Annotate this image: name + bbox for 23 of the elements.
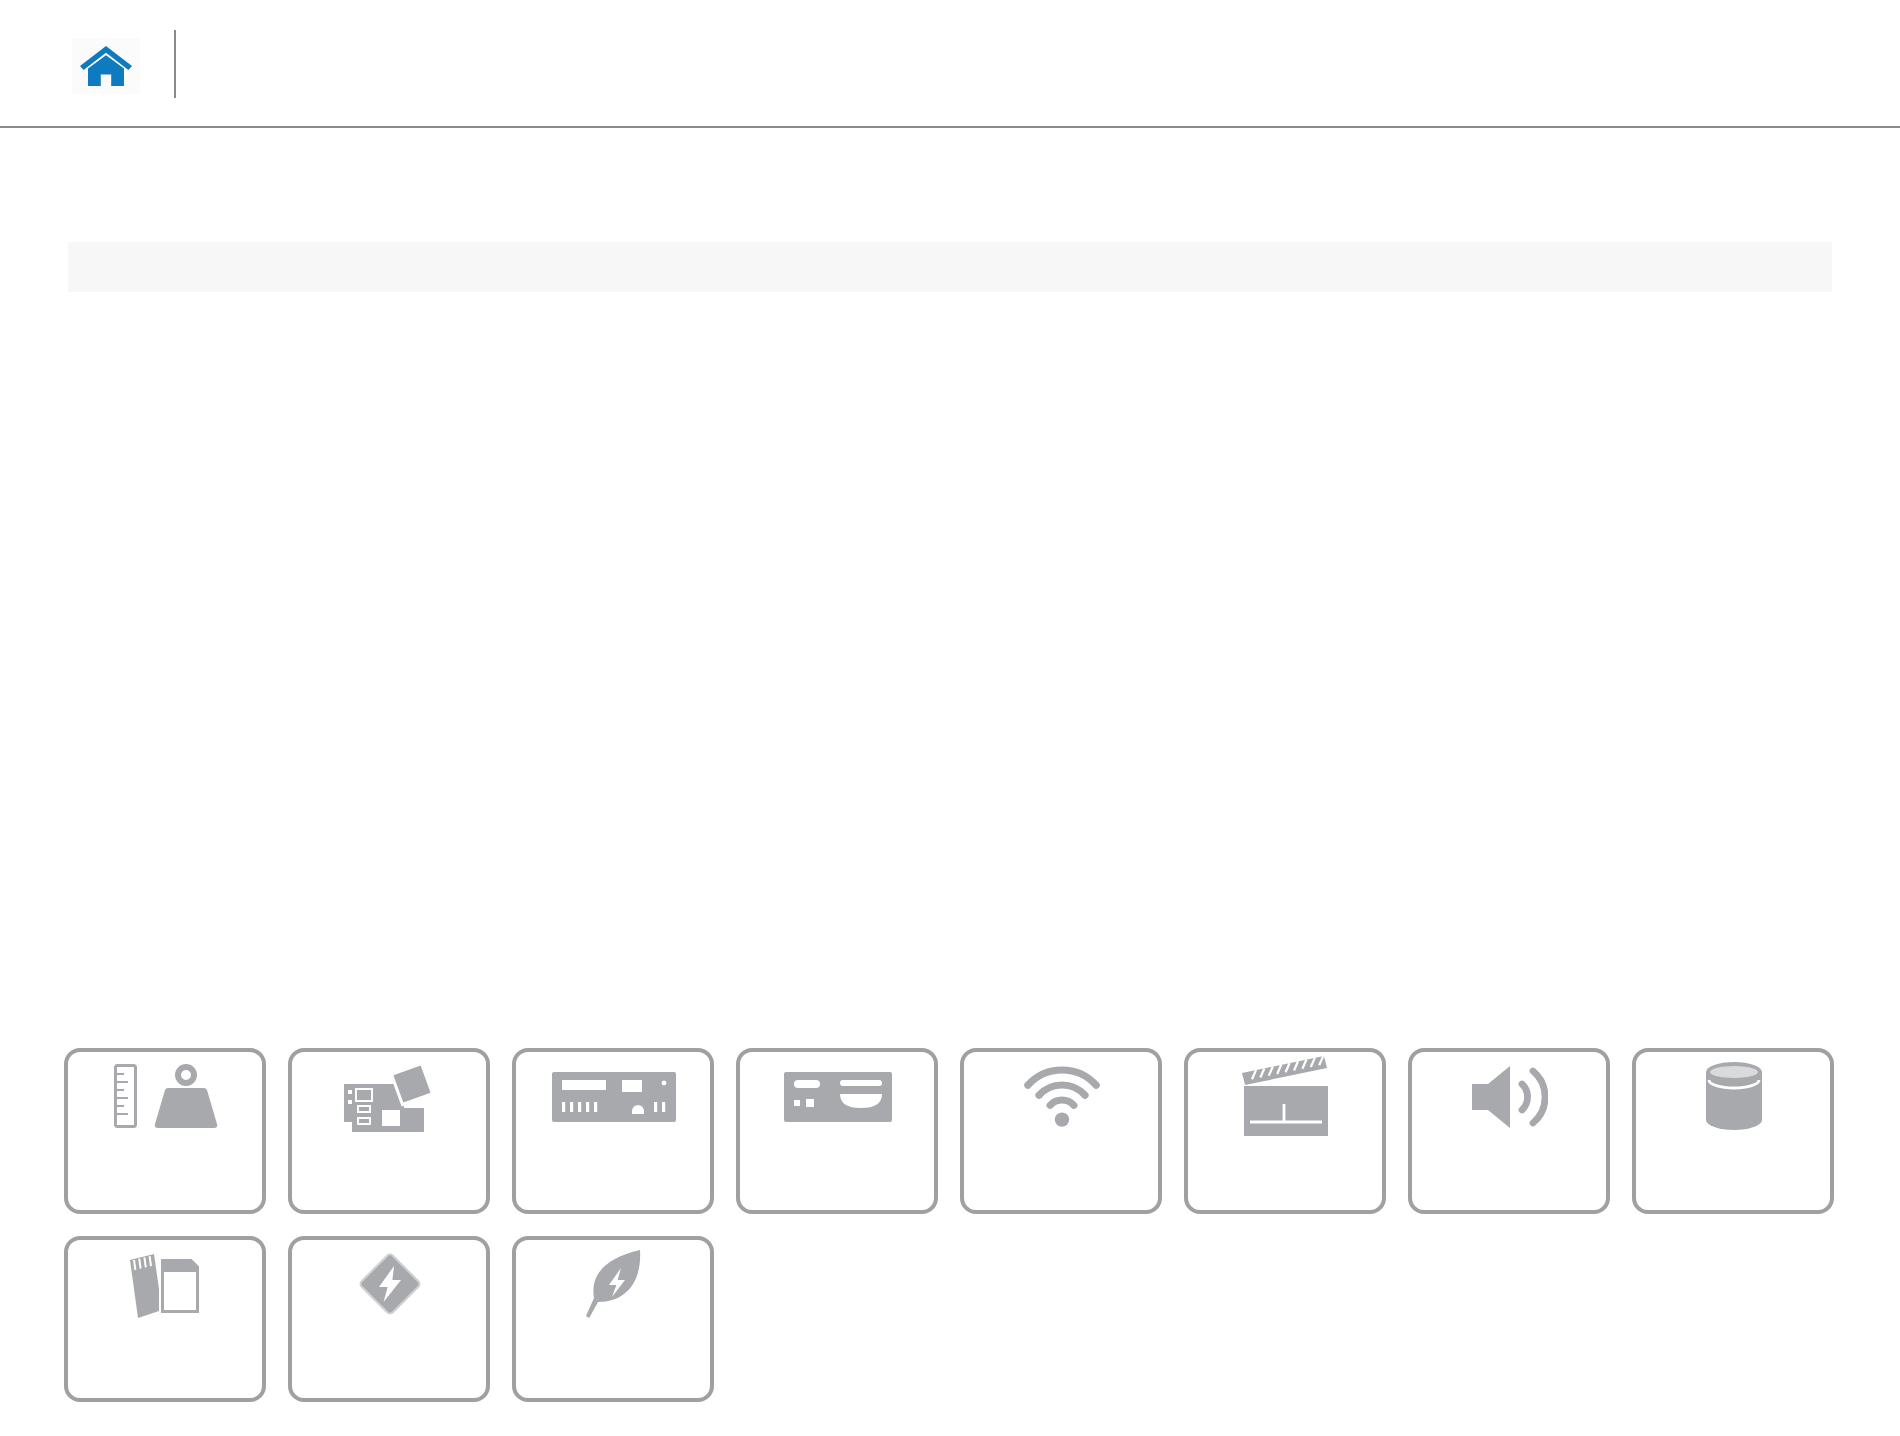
category-tile[interactable] (288, 1236, 490, 1402)
circuit-board-icon (343, 1060, 435, 1132)
category-tile[interactable] (1184, 1048, 1386, 1214)
category-tile[interactable] (736, 1048, 938, 1214)
port-panel-icon (783, 1071, 891, 1121)
home-icon (80, 45, 132, 85)
cylinder-icon (1705, 1062, 1761, 1130)
category-tile[interactable] (288, 1048, 490, 1214)
memory-card-icon (129, 1251, 201, 1317)
category-tile[interactable] (1408, 1048, 1610, 1214)
category-tile[interactable] (64, 1048, 266, 1214)
category-tile[interactable] (512, 1236, 714, 1402)
category-tile[interactable] (1632, 1048, 1834, 1214)
category-tile[interactable] (960, 1048, 1162, 1214)
ruler-and-weight-icon (113, 1064, 217, 1128)
leaf-icon (585, 1250, 641, 1318)
category-tile[interactable] (512, 1048, 714, 1214)
home-button[interactable] (72, 37, 140, 93)
category-tile[interactable] (64, 1236, 266, 1402)
port-panel-icon (551, 1071, 675, 1121)
speaker-icon (1471, 1063, 1547, 1129)
clapperboard-icon (1239, 1056, 1331, 1136)
wifi-icon (1021, 1065, 1101, 1127)
